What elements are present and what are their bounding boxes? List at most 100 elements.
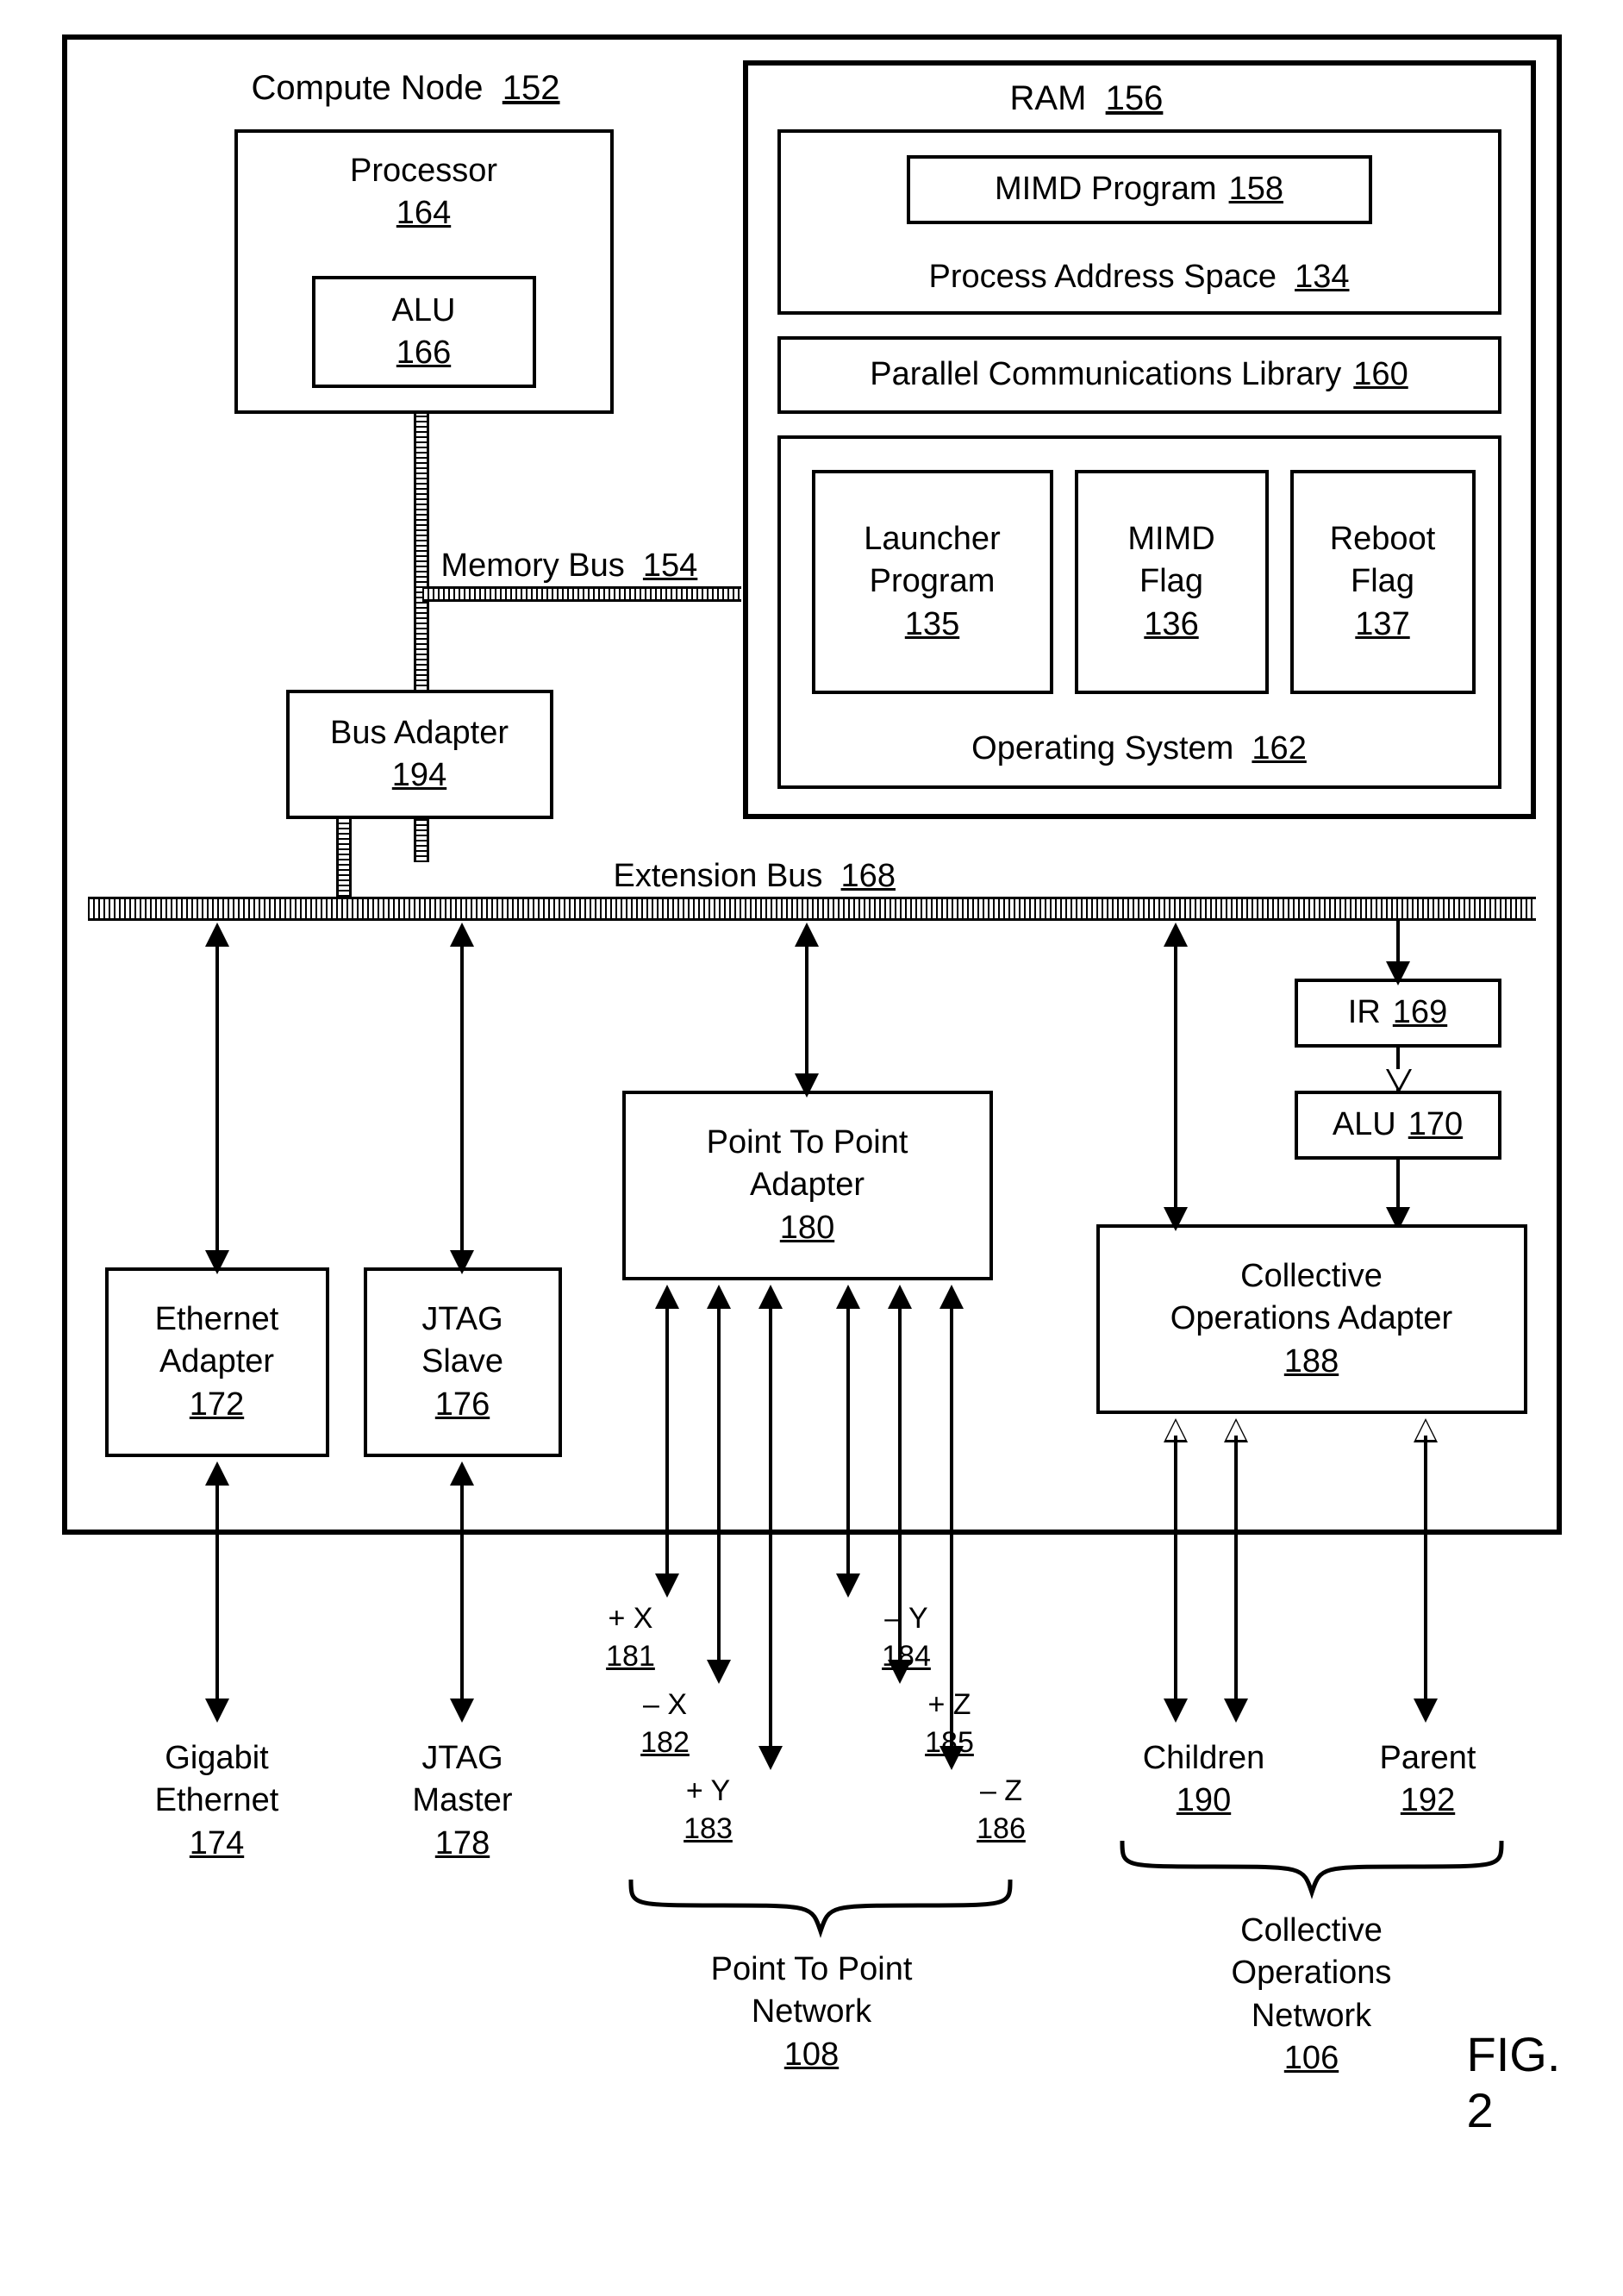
- bus-adapter-box: Bus Adapter 194: [286, 690, 553, 819]
- collnet-brace: [1114, 1832, 1510, 1905]
- coll-line1: Collective: [1240, 1255, 1383, 1298]
- px-label: + X: [588, 1599, 674, 1637]
- ny-labelrow: – Y 184: [864, 1599, 950, 1675]
- arrow-ir-alu-open-inner: [36, 34, 60, 59]
- arr-jtag-down: [450, 1250, 474, 1274]
- ext-bus-label: Extension Bus: [614, 858, 823, 894]
- p2p-line1: Point To Point: [707, 1122, 908, 1164]
- bus-adapter-ref: 194: [392, 754, 446, 797]
- line-jtag: [460, 940, 464, 1267]
- compute-node-title: Compute Node 152: [252, 69, 560, 108]
- jtagm-line1: JTAG: [385, 1737, 540, 1780]
- collnet-row: Collective Operations Network 106: [1165, 1910, 1458, 2080]
- diagram-root: Compute Node 152 Processor 164 ALU 166 R…: [36, 34, 1588, 2259]
- arr-nx-down: [707, 1660, 731, 1684]
- p2p-ref: 180: [780, 1207, 834, 1249]
- p2pnet-line1: Point To Point: [657, 1949, 967, 1991]
- pz-label: + Z: [907, 1686, 993, 1724]
- gigabit-row: Gigabit Ethernet 174: [140, 1737, 295, 1865]
- mimdflag-ref: 136: [1144, 604, 1198, 646]
- arrow-bus-ir: [1386, 961, 1410, 985]
- alu-label: ALU: [392, 290, 456, 332]
- memory-bus-label: Memory Bus: [441, 547, 625, 584]
- nx-label: – X: [622, 1686, 709, 1724]
- arr-coll-left-down: [1164, 1207, 1188, 1231]
- collnet-line1: Collective: [1165, 1910, 1458, 1952]
- memory-bus-ref: 154: [643, 547, 697, 584]
- mimd-flag-box: MIMD Flag 136: [1075, 470, 1269, 694]
- line-ch2: [1234, 1436, 1238, 1711]
- mimd-program-ref: 158: [1229, 168, 1283, 210]
- arr-px-down: [655, 1573, 679, 1598]
- pz-labelrow: + Z 185: [907, 1686, 993, 1761]
- parent-label: Parent: [1355, 1737, 1501, 1780]
- arr-jtagm-down: [450, 1699, 474, 1723]
- py-ref: 183: [665, 1810, 752, 1848]
- nz-ref: 186: [958, 1810, 1045, 1848]
- ir-ref: 169: [1393, 992, 1447, 1034]
- pas-ref: 134: [1295, 259, 1349, 295]
- children-row: Children 190: [1118, 1737, 1290, 1823]
- ny-label: – Y: [864, 1599, 950, 1637]
- line-nx: [717, 1302, 721, 1673]
- eth-line1: Ethernet: [155, 1298, 279, 1341]
- compute-node-label: Compute Node: [252, 69, 484, 107]
- geth-line2: Ethernet: [140, 1780, 295, 1822]
- bus-adapter-label: Bus Adapter: [330, 712, 509, 754]
- p2pnet-row: Point To Point Network 108: [657, 1949, 967, 2076]
- py-label: + Y: [665, 1772, 752, 1810]
- p2p-line2: Adapter: [750, 1164, 865, 1206]
- alu2-ref: 170: [1408, 1104, 1463, 1146]
- launcher-program-box: Launcher Program 135: [812, 470, 1053, 694]
- parent-ref: 192: [1355, 1780, 1501, 1822]
- alu-box: ALU 166: [312, 276, 536, 388]
- rebootflag-ref: 137: [1355, 604, 1409, 646]
- arr-ny-down: [836, 1573, 860, 1598]
- line-eth: [215, 940, 219, 1267]
- jtag-slave-ref: 176: [435, 1384, 490, 1426]
- ethernet-adapter-box: Ethernet Adapter 172: [105, 1267, 329, 1457]
- nx-ref: 182: [622, 1724, 709, 1761]
- bus-adapter-vert: [336, 819, 352, 897]
- ram-ref: 156: [1106, 79, 1164, 117]
- p2pnet-line2: Network: [657, 1991, 967, 2033]
- alu2-box: ALU 170: [1295, 1091, 1501, 1160]
- px-labelrow: + X 181: [588, 1599, 674, 1675]
- ir-box: IR 169: [1295, 979, 1501, 1048]
- pcl-label: Parallel Communications Library: [870, 353, 1341, 396]
- jtag-slave-line2: Slave: [421, 1341, 503, 1383]
- parallel-comm-lib-box: Parallel Communications Library 160: [777, 336, 1501, 414]
- nz-label: – Z: [958, 1772, 1045, 1810]
- arr-eth-down: [205, 1250, 229, 1274]
- pcl-ref: 160: [1353, 353, 1408, 396]
- line-ny: [846, 1302, 850, 1586]
- memory-bus-labelrow: Memory Bus 154: [441, 545, 698, 587]
- alu-ref: 166: [396, 332, 451, 374]
- eth-ref: 172: [190, 1384, 244, 1426]
- launcher-ref: 135: [905, 604, 959, 646]
- figure-label: FIG. 2: [1467, 2026, 1588, 2138]
- jtag-slave-line1: JTAG: [421, 1298, 503, 1341]
- arrow-ir-alu-inner: [1389, 1069, 1409, 1088]
- launcher-word1: Launcher: [864, 518, 1000, 560]
- p2pnet-brace: [622, 1871, 1019, 1944]
- arr-geth-down: [205, 1699, 229, 1723]
- reboot-flag-box: Reboot Flag 137: [1290, 470, 1476, 694]
- geth-ref: 174: [140, 1823, 295, 1865]
- line-px: [665, 1302, 669, 1586]
- nz-labelrow: – Z 186: [958, 1772, 1045, 1848]
- px-ref: 181: [588, 1637, 674, 1675]
- os-ref: 162: [1252, 730, 1306, 766]
- ny-ref: 184: [864, 1637, 950, 1675]
- parent-row: Parent 192: [1355, 1737, 1501, 1823]
- ram-label: RAM: [1010, 79, 1087, 117]
- os-label: Operating System: [971, 730, 1233, 766]
- processor-ref: 164: [396, 192, 451, 235]
- arr-ch2-down: [1224, 1699, 1248, 1723]
- nx-labelrow: – X 182: [622, 1686, 709, 1761]
- jtagm-ref: 178: [385, 1823, 540, 1865]
- rebootflag-word2: Flag: [1351, 560, 1414, 603]
- collnet-ref: 106: [1165, 2037, 1458, 2080]
- mimd-program-box: MIMD Program 158: [907, 155, 1372, 224]
- mimdflag-word2: Flag: [1139, 560, 1203, 603]
